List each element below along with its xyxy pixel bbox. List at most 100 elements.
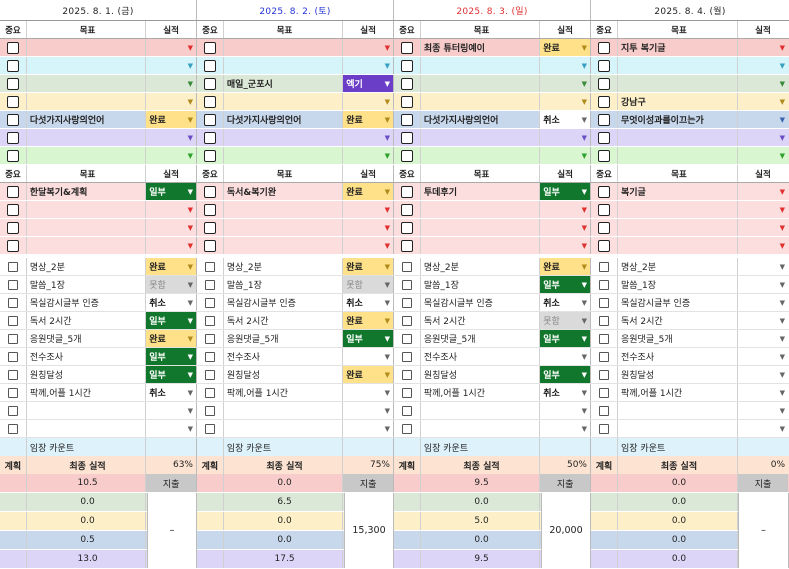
importance-checkbox[interactable] (400, 185, 413, 198)
result-dropdown[interactable]: ▼ (738, 237, 788, 254)
dropdown-arrow-icon[interactable]: ▼ (780, 371, 785, 379)
status-chip-partial[interactable]: 일부 ▼ (146, 366, 196, 383)
status-chip-done[interactable]: 완료 ▼ (146, 111, 196, 128)
dropdown-arrow-icon[interactable]: ▼ (582, 389, 587, 397)
result-dropdown[interactable]: ▼ (343, 420, 393, 437)
habit-checkbox[interactable] (204, 369, 215, 380)
goal-cell[interactable] (224, 39, 344, 56)
dropdown-arrow-icon[interactable]: ▼ (188, 371, 193, 379)
importance-checkbox[interactable] (400, 41, 413, 54)
goal-cell[interactable] (618, 237, 738, 254)
dropdown-arrow-icon[interactable]: ▼ (188, 317, 193, 325)
result-dropdown[interactable]: ▼ (343, 201, 393, 218)
importance-checkbox[interactable] (6, 131, 19, 144)
habit-checkbox[interactable] (401, 387, 412, 398)
habit-goal-cell[interactable]: 전수조사 (618, 348, 738, 365)
dropdown-arrow-icon[interactable]: ▼ (385, 425, 390, 433)
goal-cell[interactable] (421, 237, 541, 254)
goal-cell[interactable]: 강남구 (618, 93, 738, 110)
dropdown-arrow-icon[interactable]: ▼ (780, 281, 785, 289)
importance-checkbox[interactable] (203, 239, 216, 252)
dropdown-arrow-icon[interactable]: ▼ (188, 152, 193, 160)
importance-checkbox[interactable] (400, 59, 413, 72)
result-dropdown[interactable]: ▼ (540, 129, 590, 146)
goal-cell[interactable] (421, 147, 541, 164)
dropdown-arrow-icon[interactable]: ▼ (188, 44, 193, 52)
habit-goal-cell[interactable]: 원칭달성 (618, 366, 738, 383)
result-dropdown[interactable]: ▼ (146, 420, 196, 437)
goal-cell[interactable] (618, 75, 738, 92)
status-chip-none[interactable]: 못함 ▼ (343, 276, 393, 293)
result-dropdown[interactable]: ▼ (738, 129, 788, 146)
habit-goal-cell[interactable] (618, 420, 738, 437)
result-dropdown[interactable]: 일부 ▼ (540, 183, 590, 200)
habit-goal-cell[interactable]: 말씀_1장 (224, 276, 344, 293)
habit-goal-cell[interactable]: 팍께,어플 1시간 (618, 384, 738, 401)
habit-checkbox[interactable] (599, 423, 609, 434)
result-dropdown[interactable]: ▼ (738, 219, 788, 236)
habit-checkbox[interactable] (204, 423, 215, 434)
dropdown-arrow-icon[interactable]: ▼ (780, 116, 785, 124)
goal-cell[interactable] (618, 129, 738, 146)
goal-cell[interactable] (224, 201, 344, 218)
dropdown-arrow-icon[interactable]: ▼ (188, 407, 193, 415)
result-dropdown[interactable]: 일부 ▼ (146, 183, 196, 200)
result-dropdown[interactable]: 취소 ▼ (146, 384, 196, 401)
visit-count-value[interactable] (343, 438, 393, 456)
habit-goal-cell[interactable]: 말씀_1장 (421, 276, 541, 293)
habit-goal-cell[interactable] (224, 420, 344, 437)
habit-goal-cell[interactable]: 말씀_1장 (618, 276, 738, 293)
result-dropdown[interactable]: ▼ (343, 384, 393, 401)
habit-goal-cell[interactable]: 독서 2시간 (618, 312, 738, 329)
result-dropdown[interactable]: 완료 ▼ (540, 258, 590, 275)
status-chip-partial[interactable]: 일부 ▼ (540, 183, 590, 200)
dropdown-arrow-icon[interactable]: ▼ (582, 335, 587, 343)
goal-cell[interactable]: 다섯가지사랑의언어 (27, 111, 147, 128)
habit-checkbox[interactable] (7, 261, 18, 272)
importance-checkbox[interactable] (203, 221, 216, 234)
dropdown-arrow-icon[interactable]: ▼ (582, 224, 587, 232)
result-dropdown[interactable]: 완료 ▼ (343, 183, 393, 200)
habit-checkbox[interactable] (599, 297, 609, 308)
habit-checkbox[interactable] (599, 279, 609, 290)
habit-goal-cell[interactable]: 독서 2시간 (27, 312, 147, 329)
importance-checkbox[interactable] (598, 113, 610, 126)
importance-checkbox[interactable] (6, 95, 19, 108)
goal-cell[interactable] (224, 219, 344, 236)
goal-cell[interactable]: 독서&복기완 (224, 183, 344, 200)
dropdown-arrow-icon[interactable]: ▼ (780, 407, 785, 415)
importance-checkbox[interactable] (598, 149, 610, 162)
goal-cell[interactable] (27, 93, 147, 110)
dropdown-arrow-icon[interactable]: ▼ (188, 206, 193, 214)
habit-goal-cell[interactable]: 응원댓글_5개 (224, 330, 344, 347)
habit-checkbox[interactable] (401, 315, 412, 326)
goal-cell[interactable] (618, 147, 738, 164)
result-dropdown[interactable]: ▼ (540, 237, 590, 254)
dropdown-arrow-icon[interactable]: ▼ (582, 98, 587, 106)
result-dropdown[interactable]: ▼ (146, 237, 196, 254)
dropdown-arrow-icon[interactable]: ▼ (582, 407, 587, 415)
habit-checkbox[interactable] (204, 333, 215, 344)
goal-cell[interactable] (224, 237, 344, 254)
importance-checkbox[interactable] (203, 41, 216, 54)
habit-checkbox[interactable] (401, 351, 412, 362)
result-dropdown[interactable]: ▼ (738, 348, 788, 365)
status-chip-partial[interactable]: 일부 ▼ (146, 312, 196, 329)
status-chip-partial[interactable]: 일부 ▼ (540, 330, 590, 347)
importance-checkbox[interactable] (400, 95, 413, 108)
habit-checkbox[interactable] (401, 405, 412, 416)
importance-checkbox[interactable] (203, 149, 216, 162)
habit-checkbox[interactable] (401, 297, 412, 308)
status-chip-cancel[interactable]: 취소 ▼ (146, 384, 196, 401)
goal-cell[interactable] (27, 147, 147, 164)
result-dropdown[interactable]: ▼ (540, 348, 590, 365)
result-dropdown[interactable]: ▼ (738, 111, 788, 128)
importance-checkbox[interactable] (400, 221, 413, 234)
dropdown-arrow-icon[interactable]: ▼ (780, 134, 785, 142)
habit-goal-cell[interactable]: 팍께,어플 1시간 (27, 384, 147, 401)
dropdown-arrow-icon[interactable]: ▼ (188, 335, 193, 343)
importance-checkbox[interactable] (6, 185, 19, 198)
habit-goal-cell[interactable] (421, 402, 541, 419)
habit-goal-cell[interactable]: 목실감시글부 인증 (27, 294, 147, 311)
habit-goal-cell[interactable]: 명상_2분 (421, 258, 541, 275)
